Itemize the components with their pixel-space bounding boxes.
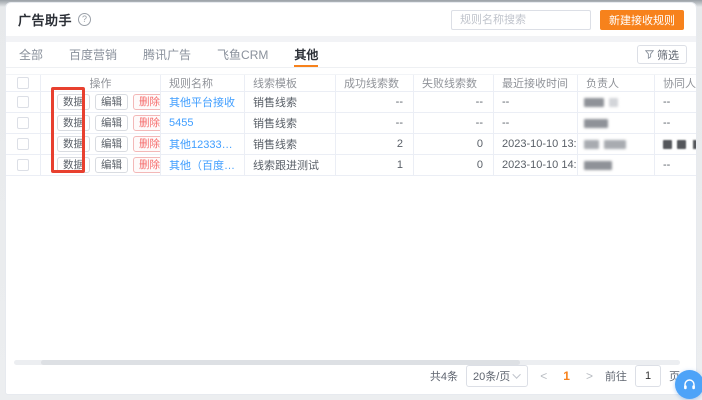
collaborator-avatars [663,134,688,154]
funnel-icon [645,50,654,59]
pagination: 共4条 20条/页 < 1 > 前往 页 [430,365,680,387]
col-actions: 操作 [41,75,161,92]
owner-redacted-block [609,97,618,107]
main-panel: 广告助手 ? 新建接收规则 全部 百度营销 腾讯广告 飞鱼CRM 其他 筛选 操作 规则… [5,2,697,395]
tab-bar: 全部 百度营销 腾讯广告 飞鱼CRM 其他 筛选 [6,42,696,68]
rules-table: 操作 规则名称 线索模板 成功线索数 失败线索数 最近接收时间 负责人 协同人 … [6,74,696,176]
last-received-time: -- [494,92,578,113]
success-count: 1 [336,155,414,176]
fail-count: 0 [414,155,494,176]
collaborator-avatar [663,139,672,149]
collaborator-cell [655,134,696,155]
collaborator-avatar [677,139,686,149]
create-rule-button[interactable]: 新建接收规则 [600,9,684,30]
owner-redacted-block [584,97,604,107]
owner-cell [578,92,655,113]
page-size-select[interactable]: 20条/页 [465,365,529,387]
success-count: 2 [336,134,414,155]
chevron-down-icon [512,370,522,379]
delete-button[interactable]: 删除 [133,135,160,153]
delete-button[interactable]: 删除 [133,156,160,174]
last-received-time: 2023-10-10 13:53 [494,134,578,155]
edit-button[interactable]: 编辑 [95,156,128,174]
owner-redacted-block [584,139,599,149]
row-checkbox[interactable] [17,96,29,108]
fail-count: -- [414,92,494,113]
table-row: 数据 编辑 删除 其他12333333333333... 销售线索 2 0 20… [6,134,696,155]
current-page[interactable]: 1 [559,369,574,383]
goto-label: 前往 [605,371,627,383]
template-cell: 销售线索 [245,113,336,134]
tab-0[interactable]: 全部 [19,42,43,67]
collaborator-cell: -- [655,155,696,176]
template-cell: 销售线索 [245,134,336,155]
edit-button[interactable]: 编辑 [95,135,128,153]
col-owner: 负责人 [578,75,655,92]
rule-name-link[interactable]: 5455 [169,117,193,129]
row-checkbox[interactable] [17,117,29,129]
collaborator-cell: -- [655,113,696,134]
owner-redacted-block [604,139,626,149]
rule-name-link[interactable]: 其他12333333333333... [169,136,236,152]
fail-count: -- [414,113,494,134]
tab-3[interactable]: 飞鱼CRM [217,42,268,67]
filter-label: 筛选 [657,49,679,62]
rule-name-link[interactable]: 其他（百度）-1234 [169,157,236,173]
table-row: 数据 编辑 删除 其他平台接收 销售线索 -- -- -- -- [6,92,696,113]
select-all-checkbox[interactable] [17,77,29,89]
template-cell: 销售线索 [245,92,336,113]
success-count: -- [336,92,414,113]
col-template: 线索模板 [245,75,336,92]
table-body: 数据 编辑 删除 其他平台接收 销售线索 -- -- -- -- 数据 编辑 删… [6,92,696,176]
title-bar: 广告助手 ? 新建接收规则 [6,3,696,37]
next-page-button[interactable]: > [582,369,597,383]
owner-cell [578,113,655,134]
delete-button[interactable]: 删除 [133,114,160,132]
row-checkbox[interactable] [17,138,29,150]
owner-cell [578,155,655,176]
success-count: -- [336,113,414,134]
tab-2[interactable]: 腾讯广告 [143,42,191,67]
row-checkbox[interactable] [17,159,29,171]
prev-page-button[interactable]: < [536,369,551,383]
table-row: 数据 编辑 删除 5455 销售线索 -- -- -- -- [6,113,696,134]
tab-1[interactable]: 百度营销 [69,42,117,67]
data-button[interactable]: 数据 [57,93,90,111]
search-input[interactable] [451,9,591,30]
last-received-time: 2023-10-10 14:52 [494,155,578,176]
table-row: 数据 编辑 删除 其他（百度）-1234 线索跟进测试 1 0 2023-10-… [6,155,696,176]
col-collaborator: 协同人 [655,75,696,92]
table-header: 操作 规则名称 线索模板 成功线索数 失败线索数 最近接收时间 负责人 协同人 [6,74,696,92]
filter-button[interactable]: 筛选 [637,45,687,64]
support-bubble-button[interactable] [675,370,702,399]
headset-icon [684,379,695,390]
edit-button[interactable]: 编辑 [95,93,128,111]
data-button[interactable]: 数据 [57,114,90,132]
goto-page-input[interactable] [635,365,661,387]
page-title: 广告助手 [18,13,73,28]
template-cell: 线索跟进测试 [245,155,336,176]
col-fail: 失败线索数 [414,75,494,92]
collaborator-cell: -- [655,92,696,113]
col-rule-name: 规则名称 [161,75,245,92]
help-icon[interactable]: ? [78,13,92,26]
data-button[interactable]: 数据 [57,156,90,174]
owner-redacted-block [584,160,612,170]
total-count: 共4条 [429,371,458,383]
rule-name-link[interactable]: 其他平台接收 [169,94,235,110]
page-size-value: 20条/页 [472,371,511,383]
col-last-received: 最近接收时间 [494,75,578,92]
owner-redacted-block [584,118,608,128]
col-success: 成功线索数 [336,75,414,92]
edit-button[interactable]: 编辑 [95,114,128,132]
tab-4[interactable]: 其他 [294,42,319,67]
delete-button[interactable]: 删除 [133,93,160,111]
last-received-time: -- [494,113,578,134]
fail-count: 0 [414,134,494,155]
data-button[interactable]: 数据 [57,135,90,153]
owner-cell [578,134,655,155]
